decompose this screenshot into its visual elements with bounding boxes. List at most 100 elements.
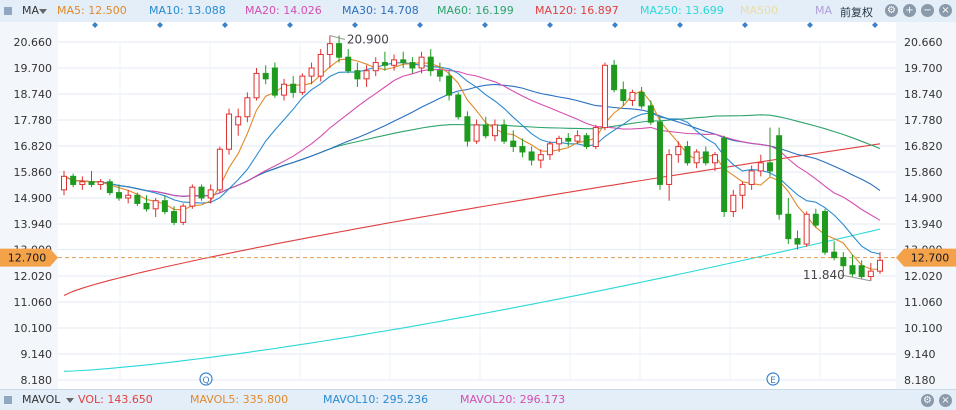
y-tick-label-left: 17.780	[14, 114, 53, 127]
candle-body	[299, 75, 306, 93]
candle-body	[134, 194, 141, 204]
candle-body	[61, 175, 67, 191]
y-tick-label-right: 15.860	[904, 166, 943, 179]
candle-body	[345, 56, 352, 72]
ma10-label: MA10: 13.088	[149, 4, 226, 17]
y-tick-label-left: 18.740	[14, 88, 53, 101]
dropdown-icon[interactable]	[66, 398, 74, 403]
candle-body	[363, 70, 370, 80]
candle-body	[491, 124, 498, 137]
candle-body	[546, 143, 553, 156]
candle-body	[831, 251, 838, 259]
candle-body	[308, 67, 315, 77]
y-tick-label-right: 16.820	[904, 140, 943, 153]
gear-icon[interactable]: ⚙	[921, 394, 934, 407]
y-tick-label-right: 12.020	[904, 270, 943, 283]
mavol20-label: MAVOL20: 296.173	[460, 393, 566, 406]
candle-body	[189, 186, 196, 207]
candle-body	[867, 270, 874, 278]
stock-chart-window: MA MA5: 12.500 MA10: 13.088 MA20: 14.026…	[0, 0, 956, 410]
candle-body	[326, 43, 333, 55]
indicator-name[interactable]: MA	[22, 4, 39, 17]
candle-body	[180, 205, 187, 223]
candle-body	[198, 186, 205, 199]
candle-body	[317, 53, 324, 77]
event-marker-label: E	[770, 376, 776, 386]
candle-body	[785, 213, 792, 240]
candle-body	[400, 59, 407, 64]
y-tick-label-right: 11.060	[904, 296, 943, 309]
candle-body	[776, 135, 783, 215]
candle-body	[739, 183, 746, 196]
candle-body	[281, 83, 288, 96]
candle-body	[482, 124, 489, 137]
candle-body	[171, 211, 178, 223]
candle-body	[766, 162, 773, 172]
candle-body	[409, 62, 416, 69]
minus-icon[interactable]: −	[921, 4, 934, 17]
vol-label: VOL: 143.650	[78, 393, 153, 406]
y-tick-label-left: 16.820	[14, 140, 53, 153]
gear-icon[interactable]: ⚙	[885, 4, 898, 17]
mavol5-label: MAVOL5: 335.800	[190, 393, 289, 406]
y-tick-label-right: 10.100	[904, 322, 943, 335]
y-tick-label-left: 15.860	[14, 166, 53, 179]
y-tick-label-right: 14.900	[904, 192, 943, 205]
candle-body	[821, 211, 828, 253]
candle-body	[583, 135, 590, 148]
candle-body	[106, 181, 113, 194]
candle-body	[849, 265, 856, 275]
ma500-label: MA500	[740, 4, 779, 17]
event-marker-label: Q	[202, 376, 209, 386]
candle-body	[455, 94, 462, 118]
candle-body	[235, 116, 242, 126]
candle-body	[858, 265, 865, 278]
y-tick-label-left: 11.060	[14, 296, 53, 309]
candle-body	[528, 151, 535, 161]
close-icon[interactable]: ×	[939, 4, 952, 17]
candle-body	[88, 181, 95, 185]
indicator-header: MA MA5: 12.500 MA10: 13.088 MA20: 14.026…	[0, 0, 956, 23]
candle-body	[592, 127, 599, 148]
y-tick-label-right: 18.740	[904, 88, 943, 101]
candle-body	[556, 137, 563, 145]
plus-icon[interactable]: +	[903, 4, 916, 17]
candle-body	[446, 75, 453, 96]
ma250-label: MA250: 13.699	[640, 4, 724, 17]
candle-body	[354, 70, 361, 80]
candle-body	[271, 67, 278, 96]
current-price-label-left: 12.700	[8, 252, 47, 265]
candle-body	[125, 194, 132, 199]
candle-body	[757, 162, 764, 172]
candle-body	[794, 238, 801, 245]
y-tick-label-left: 10.100	[14, 322, 53, 335]
candle-body	[638, 91, 645, 107]
collapse-icon[interactable]	[4, 396, 12, 404]
close-icon[interactable]: ×	[939, 394, 952, 407]
candle-body	[464, 116, 471, 142]
price-chart[interactable]: 20.660 20.660 19.700 19.700 18.740 18.740 17.7…	[0, 22, 956, 389]
volume-header: MAVOL VOL: 143.650 MAVOL5: 335.800 MAVOL…	[0, 389, 956, 410]
candle-body	[161, 200, 168, 213]
candle-body	[519, 146, 526, 153]
candle-body	[116, 192, 123, 199]
candle-body	[629, 91, 636, 101]
collapse-icon[interactable]	[4, 7, 12, 15]
adjust-mode-button[interactable]: 前复权	[840, 4, 873, 20]
candle-body	[730, 194, 737, 213]
candle-body	[666, 154, 673, 185]
ma120-label: MA120: 16.897	[535, 4, 619, 17]
dropdown-icon[interactable]	[39, 9, 47, 14]
candle-body	[675, 146, 682, 156]
mavol10-label: MAVOL10: 295.236	[323, 393, 429, 406]
candle-body	[748, 170, 755, 185]
ma30-label: MA30: 14.708	[342, 4, 419, 17]
candle-body	[620, 89, 627, 101]
y-tick-label-left: 14.900	[14, 192, 53, 205]
plot-area	[58, 22, 896, 389]
volume-indicator-name[interactable]: MAVOL	[22, 393, 60, 406]
candle-body	[840, 257, 847, 267]
candle-body	[656, 121, 663, 185]
high-annotation-label: 20.900	[347, 33, 389, 47]
candle-body	[611, 64, 618, 91]
